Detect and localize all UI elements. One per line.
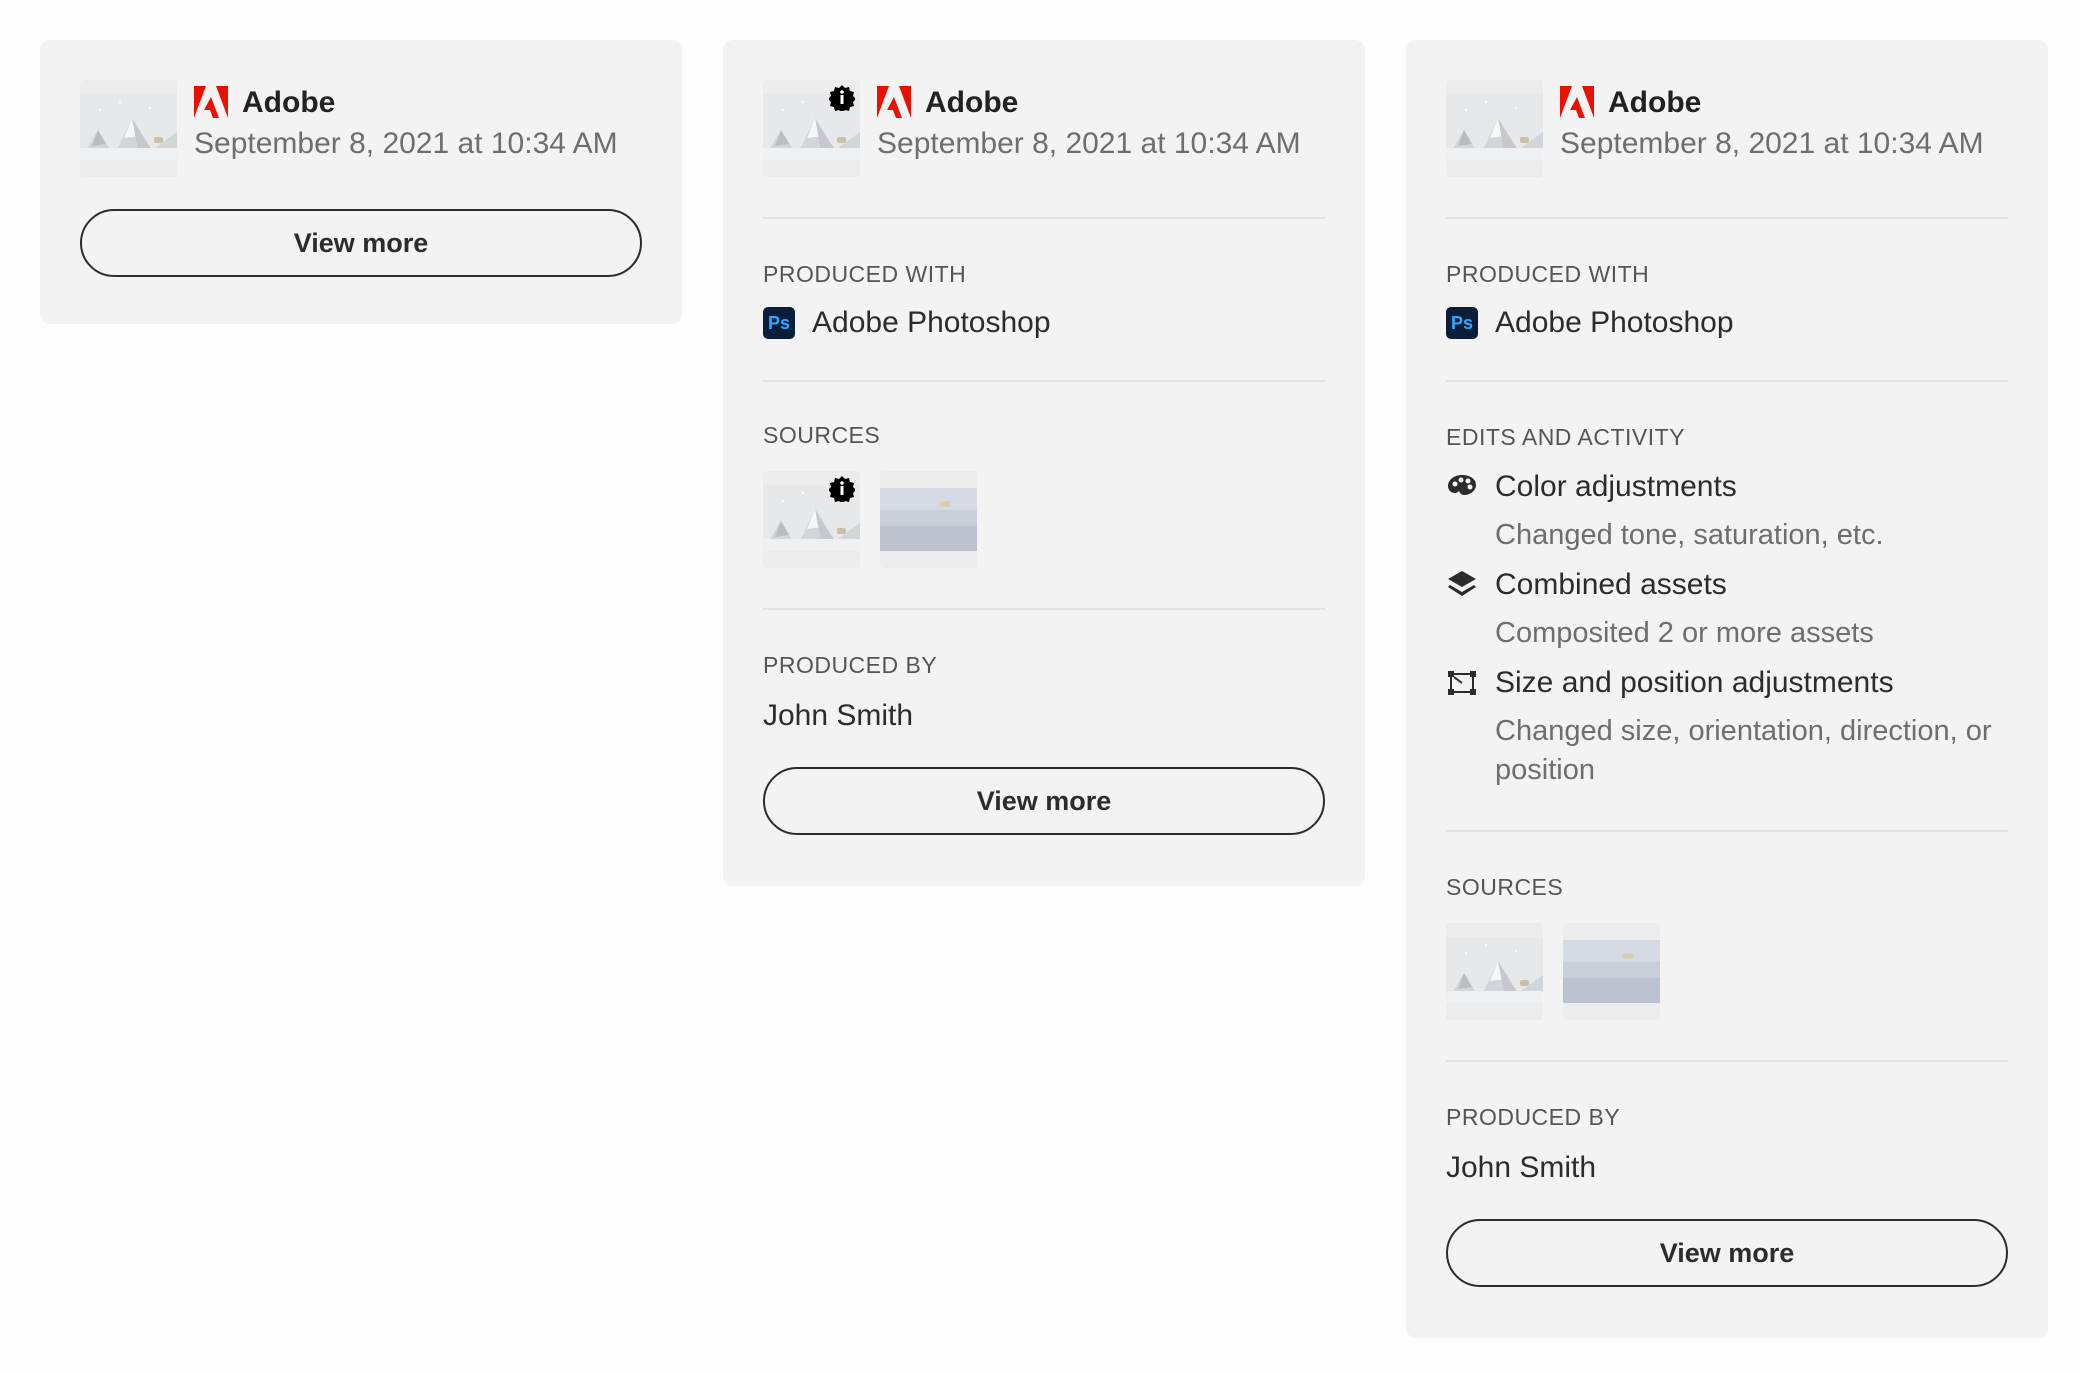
issuer-name: Adobe <box>242 86 336 119</box>
produced-with-label: PRODUCED WITH <box>763 261 967 287</box>
produced-with-app: Ps Adobe Photoshop <box>763 306 1325 340</box>
edit-item-color: Color adjustments Changed tone, saturati… <box>1446 469 2008 555</box>
color-palette-icon <box>1448 475 1476 495</box>
edit-description: Changed tone, saturation, etc. <box>1495 519 1884 551</box>
photoshop-icon: Ps <box>1446 307 1478 339</box>
crop-transform-icon <box>1448 671 1476 695</box>
sources-list <box>763 471 1325 568</box>
view-more-button[interactable]: View more <box>763 767 1325 835</box>
producer-name: John Smith <box>763 699 914 732</box>
card-header: Adobe September 8, 2021 at 10:34 AM <box>763 80 1325 177</box>
asset-thumbnail[interactable] <box>763 80 860 177</box>
app-name: Adobe Photoshop <box>1495 306 1734 339</box>
issuer-block: Adobe September 8, 2021 at 10:34 AM <box>194 80 618 161</box>
edits-activity-label: EDITS AND ACTIVITY <box>1446 424 1686 450</box>
info-badge-icon[interactable] <box>829 85 855 111</box>
signed-date: September 8, 2021 at 10:34 AM <box>877 127 1301 160</box>
producer-name: John Smith <box>1446 1151 1597 1184</box>
sources-list <box>1446 923 2008 1020</box>
source-thumbnail[interactable] <box>763 471 860 568</box>
view-more-button[interactable]: View more <box>1446 1219 2008 1287</box>
edit-item-combined: Combined assets Composited 2 or more ass… <box>1446 567 2008 653</box>
edit-description: Changed size, orientation, direction, or… <box>1495 715 1992 786</box>
asset-thumbnail[interactable] <box>80 80 177 177</box>
sources-label: SOURCES <box>1446 874 1564 900</box>
adobe-logo-icon <box>877 86 911 120</box>
sources-label: SOURCES <box>763 422 881 448</box>
asset-thumbnail[interactable] <box>1446 80 1543 177</box>
issuer-name: Adobe <box>1608 86 1702 119</box>
view-more-button[interactable]: View more <box>80 209 642 277</box>
layers-icon <box>1448 571 1476 596</box>
edit-title: Size and position adjustments <box>1495 666 1894 699</box>
content-credentials-card-compact: Adobe September 8, 2021 at 10:34 AM View… <box>40 40 682 324</box>
source-thumbnail[interactable] <box>880 471 977 568</box>
edit-title: Color adjustments <box>1495 470 1737 503</box>
adobe-logo-icon <box>1560 86 1594 120</box>
produced-with-app: Ps Adobe Photoshop <box>1446 306 2008 340</box>
produced-by-label: PRODUCED BY <box>1446 1104 1621 1130</box>
produced-by-label: PRODUCED BY <box>763 652 938 678</box>
card-header: Adobe September 8, 2021 at 10:34 AM <box>1446 80 2008 177</box>
issuer-block: Adobe September 8, 2021 at 10:34 AM <box>877 80 1301 161</box>
signed-date: September 8, 2021 at 10:34 AM <box>1560 127 1984 160</box>
source-thumbnail[interactable] <box>1563 923 1660 1020</box>
produced-with-label: PRODUCED WITH <box>1446 261 1650 287</box>
content-credentials-card-medium: Adobe September 8, 2021 at 10:34 AM PROD… <box>723 40 1365 886</box>
photoshop-icon: Ps <box>763 307 795 339</box>
signed-date: September 8, 2021 at 10:34 AM <box>194 127 618 160</box>
card-header: Adobe September 8, 2021 at 10:34 AM <box>80 80 642 177</box>
edit-item-size-position: Size and position adjustments Changed si… <box>1446 665 2008 790</box>
app-name: Adobe Photoshop <box>812 306 1051 339</box>
issuer-name: Adobe <box>925 86 1019 119</box>
edit-title: Combined assets <box>1495 568 1727 601</box>
issuer-block: Adobe September 8, 2021 at 10:34 AM <box>1560 80 1984 161</box>
edit-description: Composited 2 or more assets <box>1495 617 1874 649</box>
source-thumbnail[interactable] <box>1446 923 1543 1020</box>
info-badge-icon[interactable] <box>829 476 855 502</box>
adobe-logo-icon <box>194 86 228 120</box>
content-credentials-card-full: Adobe September 8, 2021 at 10:34 AM PROD… <box>1406 40 2048 1338</box>
